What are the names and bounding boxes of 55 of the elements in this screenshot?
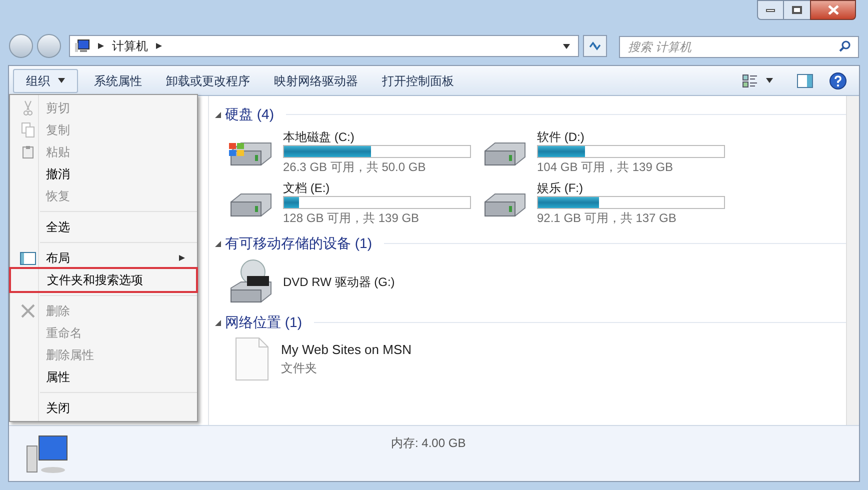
- drive-name[interactable]: DVD RW 驱动器 (G:): [283, 273, 395, 291]
- refresh-button[interactable]: [583, 35, 607, 57]
- back-button[interactable]: [9, 34, 33, 58]
- layout-icon: [20, 252, 36, 264]
- clipboard-icon: [22, 145, 34, 159]
- caret-icon: [766, 77, 773, 84]
- maximize-button[interactable]: [784, 0, 810, 20]
- forward-button[interactable]: [37, 34, 61, 58]
- computer-icon: [74, 39, 90, 53]
- breadcrumb[interactable]: 计算机: [112, 37, 148, 55]
- drive-name[interactable]: 娱乐 (F:): [537, 180, 725, 196]
- toolbar-button[interactable]: 卸载或更改程序: [154, 68, 262, 92]
- menu-item[interactable]: 文件夹和搜索选项: [11, 269, 196, 291]
- drive-name[interactable]: 本地磁盘 (C:): [283, 129, 471, 145]
- memory-text: 内存: 4.00 GB: [391, 435, 466, 452]
- free-space-text: 128 GB 可用，共 139 GB: [283, 210, 420, 227]
- chevron-icon: [156, 43, 162, 49]
- caret-icon: [58, 77, 65, 84]
- search-icon: [839, 40, 851, 52]
- address-bar[interactable]: 计算机: [69, 35, 579, 57]
- menu-item[interactable]: 布局: [10, 247, 197, 269]
- toolbar-button[interactable]: 打开控制面板: [370, 68, 466, 92]
- scissors-icon: [22, 100, 34, 116]
- menu-item[interactable]: 关闭: [10, 397, 197, 419]
- group-header[interactable]: 有可移动存储的设备 (1): [225, 233, 372, 254]
- location-type: 文件夹: [281, 360, 318, 377]
- view-list-icon: [742, 74, 758, 88]
- dropdown-caret-icon: [563, 42, 570, 50]
- submenu-arrow-icon: [179, 255, 185, 261]
- free-space-text: 92.1 GB 可用，共 137 GB: [537, 210, 678, 227]
- help-button[interactable]: [829, 70, 847, 92]
- document-icon: [235, 337, 269, 381]
- copy-icon: [21, 122, 35, 138]
- menu-item[interactable]: 全选: [10, 216, 197, 238]
- preview-pane-icon: [797, 74, 813, 88]
- chevron-icon: [98, 43, 104, 49]
- toolbar-button[interactable]: 系统属性: [82, 68, 154, 92]
- minimize-button[interactable]: [757, 0, 784, 20]
- toolbar-button[interactable]: 组织: [13, 68, 78, 92]
- close-icon: [828, 5, 838, 15]
- close-button[interactable]: [810, 0, 856, 20]
- scrollbar[interactable]: [846, 96, 859, 425]
- group-header[interactable]: 硬盘 (4): [225, 104, 274, 125]
- drive-name[interactable]: 软件 (D:): [537, 129, 725, 145]
- help-icon: [829, 72, 847, 90]
- group-header[interactable]: 网络位置 (1): [225, 312, 302, 333]
- free-space-text: 104 GB 可用，共 139 GB: [537, 159, 674, 176]
- toolbar-button[interactable]: 映射网络驱动器: [262, 68, 370, 92]
- free-space-text: 26.3 GB 可用，共 50.0 GB: [283, 159, 427, 176]
- location-name[interactable]: My Web Sites on MSN: [281, 341, 412, 359]
- drive-name[interactable]: 文档 (E:): [283, 180, 471, 196]
- search-field[interactable]: 搜索 计算机: [619, 36, 859, 58]
- menu-item[interactable]: 属性: [10, 366, 197, 388]
- menu-item[interactable]: 撤消: [10, 163, 197, 185]
- delete-icon: [21, 304, 35, 318]
